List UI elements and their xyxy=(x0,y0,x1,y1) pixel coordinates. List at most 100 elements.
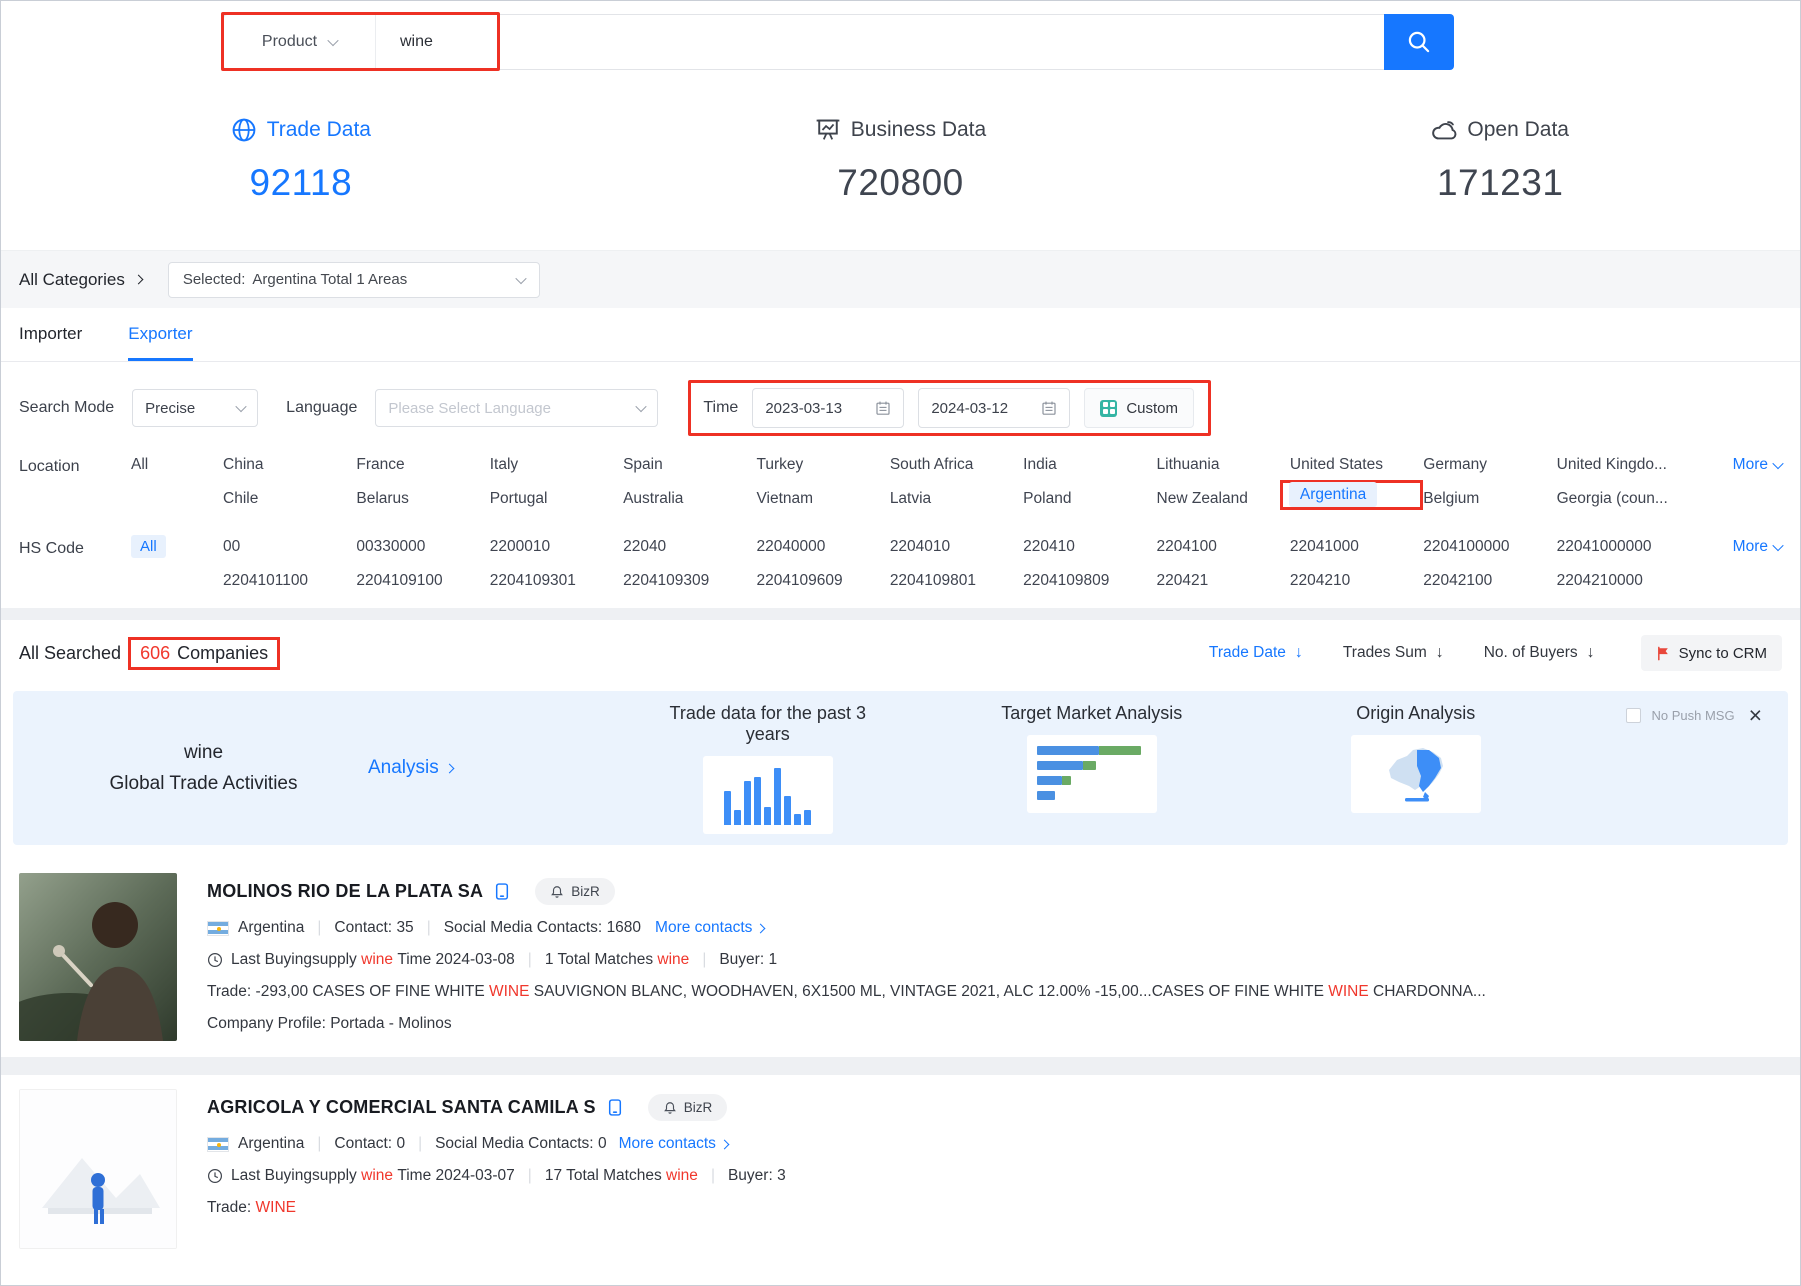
filter-option[interactable]: India xyxy=(1023,456,1156,474)
social-count: 0 xyxy=(598,1135,607,1153)
banner-card-origin[interactable]: Origin Analysis xyxy=(1313,703,1519,834)
more-contacts-link[interactable]: More contacts xyxy=(655,919,764,937)
banner-keyword: wine xyxy=(61,737,346,768)
filter-option[interactable]: Belarus xyxy=(356,490,489,510)
filter-option[interactable]: New Zealand xyxy=(1157,490,1290,510)
banner-card-trade-history[interactable]: Trade data for the past 3 years xyxy=(665,703,871,834)
no-push-checkbox[interactable] xyxy=(1626,708,1641,723)
filter-option[interactable]: 22040 xyxy=(623,538,756,556)
filter-option[interactable]: 2200010 xyxy=(490,538,623,556)
hscode-options-row2: 2204101100220410910022041093012204109309… xyxy=(223,572,1690,590)
filter-option[interactable]: 2204210000 xyxy=(1557,572,1690,590)
analysis-banner: wine Global Trade Activities Analysis Tr… xyxy=(13,691,1788,845)
filter-option[interactable]: 220421 xyxy=(1157,572,1290,590)
sort-trades-sum[interactable]: Trades Sum↓ xyxy=(1343,644,1444,662)
filter-option[interactable]: South Africa xyxy=(890,456,1023,474)
filter-option[interactable]: Portugal xyxy=(490,490,623,510)
search-mode-select[interactable]: Precise xyxy=(132,389,258,427)
company-name[interactable]: AGRICOLA Y COMERCIAL SANTA CAMILA S xyxy=(207,1097,596,1118)
filter-option[interactable]: United Kingdo... xyxy=(1557,456,1690,474)
chevron-right-icon xyxy=(756,923,766,933)
contact-device-icon[interactable] xyxy=(608,1099,622,1116)
filter-option[interactable]: Belgium xyxy=(1423,490,1556,510)
analysis-link[interactable]: Analysis xyxy=(368,757,453,779)
filter-option[interactable]: 22040000 xyxy=(756,538,889,556)
filter-option[interactable]: 2204210 xyxy=(1290,572,1423,590)
filter-option[interactable]: Vietnam xyxy=(756,490,889,510)
banner-card-target-market[interactable]: Target Market Analysis xyxy=(989,703,1195,834)
filter-option[interactable]: 00330000 xyxy=(356,538,489,556)
more-contacts-link[interactable]: More contacts xyxy=(619,1135,728,1153)
filter-option[interactable]: Latvia xyxy=(890,490,1023,510)
tab-exporter[interactable]: Exporter xyxy=(128,308,192,361)
filter-option[interactable]: Poland xyxy=(1023,490,1156,510)
filter-option[interactable]: 2204109309 xyxy=(623,572,756,590)
time-label: Time xyxy=(703,399,738,417)
divider: | xyxy=(702,951,706,969)
sync-to-crm-button[interactable]: Sync to CRM xyxy=(1641,635,1782,671)
company-photo[interactable] xyxy=(19,1089,177,1249)
search-button[interactable] xyxy=(1384,14,1454,70)
hscode-more-link[interactable]: More xyxy=(1733,538,1782,556)
analysis-label: Analysis xyxy=(368,757,439,779)
custom-grid-icon xyxy=(1100,400,1117,417)
company-photo[interactable] xyxy=(19,873,177,1041)
contact-device-icon[interactable] xyxy=(495,883,509,900)
filter-option[interactable]: 00 xyxy=(223,538,356,556)
no-push-label: No Push MSG xyxy=(1651,708,1734,723)
date-from-input[interactable]: 2023-03-13 xyxy=(752,388,904,428)
filter-option[interactable]: Turkey xyxy=(756,456,889,474)
filter-option[interactable]: 2204109100 xyxy=(356,572,489,590)
filter-option[interactable]: 22041000 xyxy=(1290,538,1423,556)
chevron-right-icon xyxy=(719,1139,729,1149)
sort-no-of-buyers[interactable]: No. of Buyers↓ xyxy=(1484,644,1595,662)
filter-option[interactable]: Lithuania xyxy=(1157,456,1290,474)
stat-label: Trade Data xyxy=(267,118,371,142)
chevron-right-icon xyxy=(133,275,143,285)
tab-importer[interactable]: Importer xyxy=(19,308,82,361)
profile-value: Portada - Molinos xyxy=(330,1015,451,1033)
filter-option[interactable]: 2204100 xyxy=(1157,538,1290,556)
close-icon[interactable]: × xyxy=(1749,708,1762,723)
filter-option[interactable]: 2204010 xyxy=(890,538,1023,556)
filter-option[interactable]: 22042100 xyxy=(1423,572,1556,590)
filter-option[interactable]: Germany xyxy=(1423,456,1556,474)
globe-icon xyxy=(231,117,257,143)
filter-option[interactable]: Italy xyxy=(490,456,623,474)
filter-option[interactable]: 2204109809 xyxy=(1023,572,1156,590)
filter-option[interactable]: Argentina xyxy=(1289,482,1377,507)
filter-option[interactable]: Chile xyxy=(223,490,356,510)
filter-option[interactable]: 2204109301 xyxy=(490,572,623,590)
filter-option[interactable]: Georgia (coun... xyxy=(1557,490,1690,510)
all-categories-button[interactable]: All Categories xyxy=(19,270,142,290)
filter-option[interactable]: 2204109801 xyxy=(890,572,1023,590)
search-mode-value: Precise xyxy=(145,400,195,417)
filter-option[interactable]: China xyxy=(223,456,356,474)
filter-option[interactable]: 2204100000 xyxy=(1423,538,1556,556)
filter-option[interactable]: 220410 xyxy=(1023,538,1156,556)
results-header: All Searched 606 Companies Trade Date↓Tr… xyxy=(1,620,1800,683)
location-more-link[interactable]: More xyxy=(1733,456,1782,474)
filter-option[interactable]: Australia xyxy=(623,490,756,510)
filter-option[interactable]: 2204109609 xyxy=(756,572,889,590)
hscode-filter-row1: HS Code All 0000330000220001022040220400… xyxy=(1,528,1800,558)
divider: | xyxy=(317,919,321,937)
search-input[interactable] xyxy=(376,15,1384,69)
hs-all-option[interactable]: All xyxy=(131,535,166,558)
clock-icon xyxy=(207,1168,223,1184)
stat-open-data: Open Data 171231 xyxy=(1200,117,1800,204)
company-name[interactable]: MOLINOS RIO DE LA PLATA SA xyxy=(207,881,483,902)
language-select[interactable]: Please Select Language xyxy=(375,389,658,427)
filter-option[interactable]: Spain xyxy=(623,456,756,474)
filter-option[interactable]: 2204101100 xyxy=(223,572,356,590)
search-category-select[interactable]: Product xyxy=(224,15,376,69)
last-activity-label: Last Buyingsupply xyxy=(231,1167,357,1185)
selected-areas-dropdown[interactable]: Selected: Argentina Total 1 Areas xyxy=(168,262,540,298)
filter-option[interactable]: 22041000000 xyxy=(1557,538,1690,556)
filter-option[interactable]: United States xyxy=(1290,456,1423,474)
location-all-option[interactable]: All xyxy=(131,456,223,474)
sort-trade-date[interactable]: Trade Date↓ xyxy=(1209,644,1303,662)
date-to-input[interactable]: 2024-03-12 xyxy=(918,388,1070,428)
filter-option[interactable]: France xyxy=(356,456,489,474)
custom-range-button[interactable]: Custom xyxy=(1084,388,1194,428)
